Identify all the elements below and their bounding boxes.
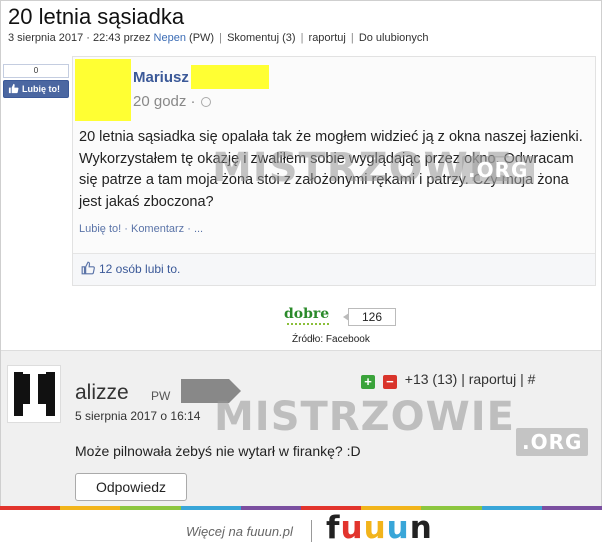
post-time: 20 godz · bbox=[133, 93, 196, 110]
stripe-segment bbox=[481, 506, 542, 510]
stripe-segment bbox=[541, 506, 602, 510]
comment-votes: + − +13 (13) | raportuj | # bbox=[361, 371, 535, 389]
comment-link[interactable]: Skomentuj (3) bbox=[227, 32, 295, 44]
reply-button[interactable]: Odpowiedz bbox=[75, 473, 187, 501]
page-title: 20 letnia sąsiadka bbox=[8, 4, 185, 29]
logo-letter: f bbox=[326, 510, 341, 546]
post-author-name: Mariusz bbox=[133, 69, 189, 86]
comment-author[interactable]: alizze bbox=[75, 381, 129, 405]
vote-good-button[interactable]: dobre bbox=[284, 306, 329, 322]
source-label: Źródło: Facebook bbox=[292, 334, 370, 345]
watermark-org: .ORG bbox=[516, 428, 589, 456]
footer-stripe bbox=[0, 506, 602, 510]
logo-letter: u bbox=[340, 510, 364, 546]
comment-score: +13 (13) | raportuj | # bbox=[404, 371, 536, 387]
globe-icon bbox=[201, 97, 211, 107]
like-button-label: Lubię to! bbox=[22, 84, 60, 94]
stripe-segment bbox=[240, 506, 302, 510]
article-meta: 3 sierpnia 2017 · 22:43 przez Nepen (PW)… bbox=[8, 32, 429, 44]
report-link[interactable]: raportuj bbox=[309, 32, 346, 44]
logo-letter: n bbox=[409, 510, 433, 546]
comment-date: 5 sierpnia 2017 o 16:14 bbox=[75, 409, 201, 423]
vote-count: 126 bbox=[343, 308, 396, 326]
stripe-segment bbox=[0, 506, 61, 510]
fuuun-logo[interactable]: fuuun bbox=[326, 510, 433, 546]
post-actions: Lubię to! · Komentarz · ... bbox=[79, 223, 204, 235]
downvote-button[interactable]: − bbox=[382, 375, 397, 389]
logo-letter: u bbox=[363, 510, 387, 546]
author-badge: (PW) bbox=[189, 32, 215, 44]
watermark: MISTRZOWIE bbox=[214, 394, 515, 440]
stripe-segment bbox=[60, 506, 121, 510]
vote-dots bbox=[287, 323, 329, 326]
thumbs-up-icon bbox=[81, 261, 95, 275]
favorite-link[interactable]: Do ulubionych bbox=[359, 32, 429, 44]
like-count: 0 bbox=[3, 64, 69, 78]
avatar-censor bbox=[75, 59, 131, 121]
footer-divider bbox=[311, 520, 312, 542]
comment-author-badge: PW bbox=[151, 389, 171, 403]
footer-text[interactable]: Więcej na fuuun.pl bbox=[186, 524, 293, 539]
name-censor bbox=[191, 65, 269, 89]
avatar bbox=[7, 365, 61, 423]
comment-text: Może pilnowała żebyś nie wytarł w firank… bbox=[75, 443, 361, 459]
facebook-like-box: 0 Lubię to! bbox=[3, 64, 69, 98]
stripe-segment bbox=[180, 506, 241, 510]
post-likes-row: 12 osób lubi to. bbox=[73, 253, 595, 285]
article-date: 3 sierpnia 2017 · 22:43 przez bbox=[8, 32, 151, 44]
upvote-button[interactable]: + bbox=[361, 375, 375, 389]
author-link[interactable]: Nepen bbox=[154, 32, 186, 44]
watermark-org: .ORG bbox=[462, 156, 535, 184]
like-button[interactable]: Lubię to! bbox=[3, 80, 69, 98]
logo-letter: u bbox=[386, 510, 410, 546]
post-likes: 12 osób lubi to. bbox=[99, 262, 181, 276]
thumbs-up-icon bbox=[8, 83, 19, 94]
stripe-segment bbox=[120, 506, 181, 510]
